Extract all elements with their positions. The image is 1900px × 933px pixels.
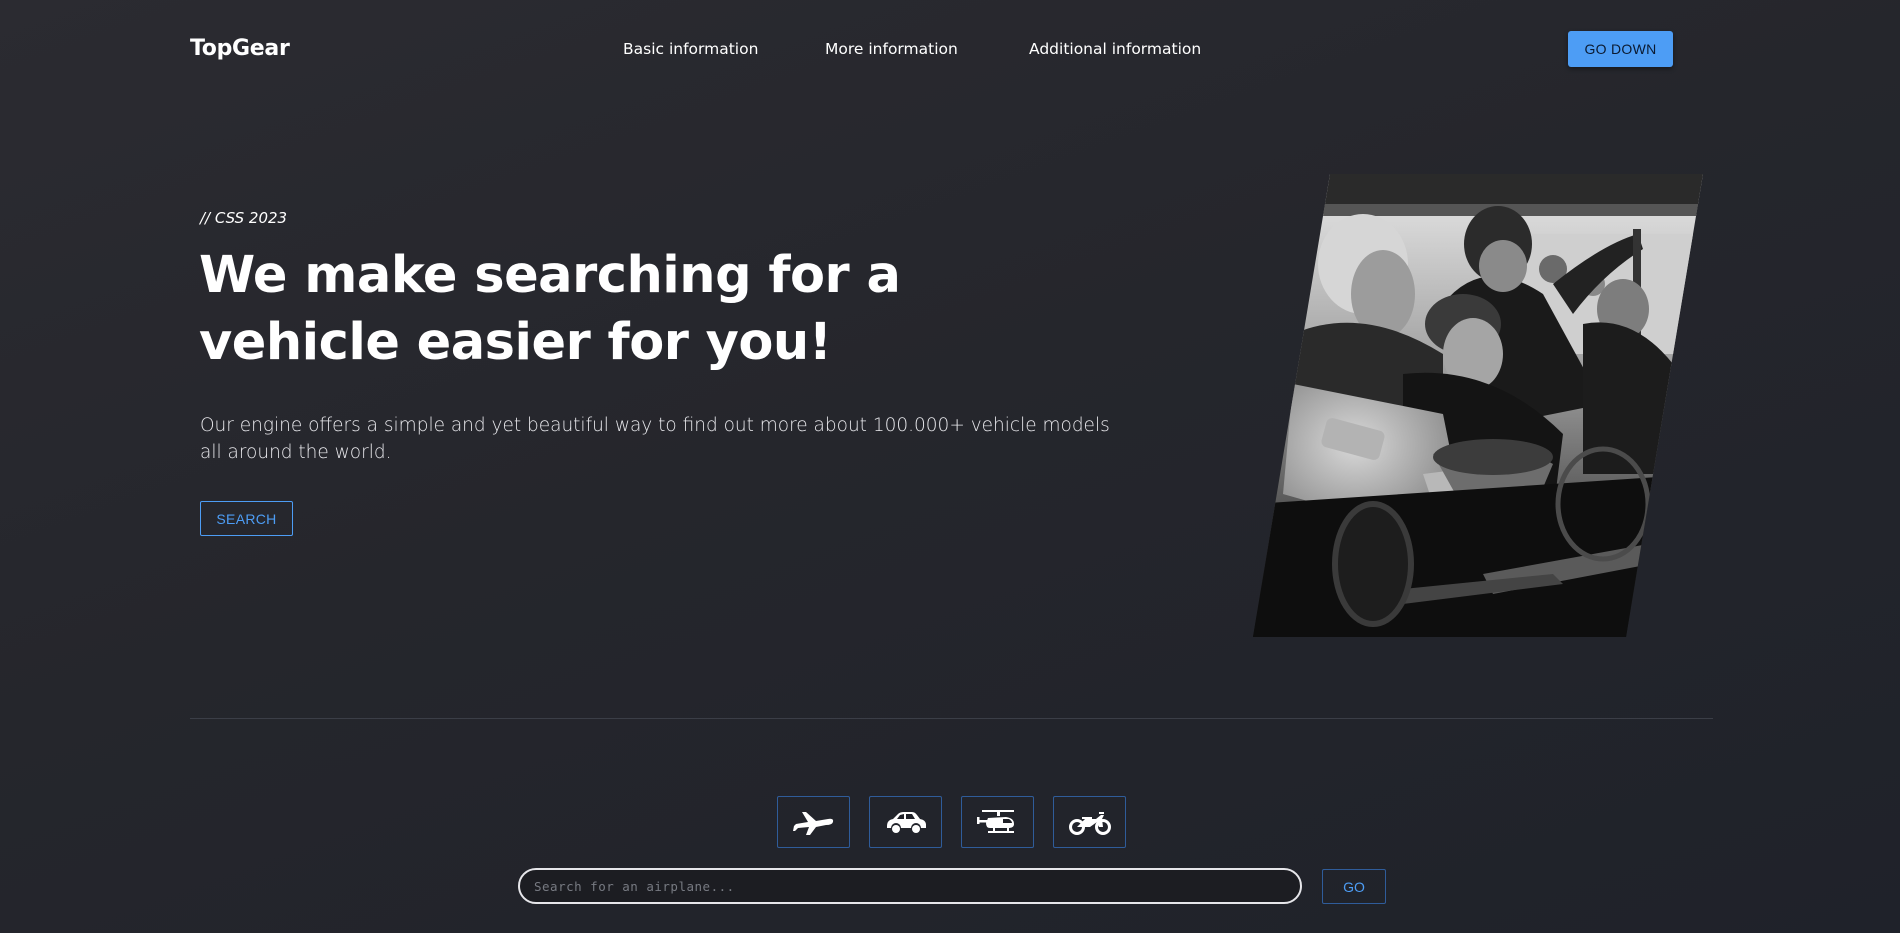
helicopter-icon — [976, 810, 1014, 833]
go-down-button[interactable]: GO DOWN — [1568, 31, 1673, 67]
tab-airplane[interactable] — [777, 796, 850, 848]
hero-image — [1253, 174, 1703, 637]
airplane-icon — [792, 812, 833, 835]
vehicle-search-input[interactable] — [518, 868, 1302, 904]
tab-motorcycle[interactable] — [1053, 796, 1126, 848]
nav-link-more-information[interactable]: More information — [825, 40, 958, 58]
motorcycle-icon — [1068, 812, 1111, 835]
section-divider — [190, 718, 1713, 719]
go-button[interactable]: GO — [1322, 869, 1386, 904]
site-header: TopGear Basic information More informati… — [190, 0, 1673, 100]
mechanics-photo — [1253, 174, 1703, 637]
hero-headline: We make searching for a vehicle easier f… — [199, 246, 901, 372]
nav-link-additional-information[interactable]: Additional information — [1029, 40, 1201, 58]
car-icon — [886, 812, 926, 833]
tab-car[interactable] — [869, 796, 942, 848]
search-button[interactable]: SEARCH — [200, 501, 293, 536]
logo[interactable]: TopGear — [190, 36, 290, 61]
tab-helicopter[interactable] — [961, 796, 1034, 848]
hero-description: Our engine offers a simple and yet beaut… — [200, 415, 1110, 463]
hero-eyebrow: // CSS 2023 — [200, 209, 288, 227]
nav-link-basic-information[interactable]: Basic information — [623, 40, 758, 58]
